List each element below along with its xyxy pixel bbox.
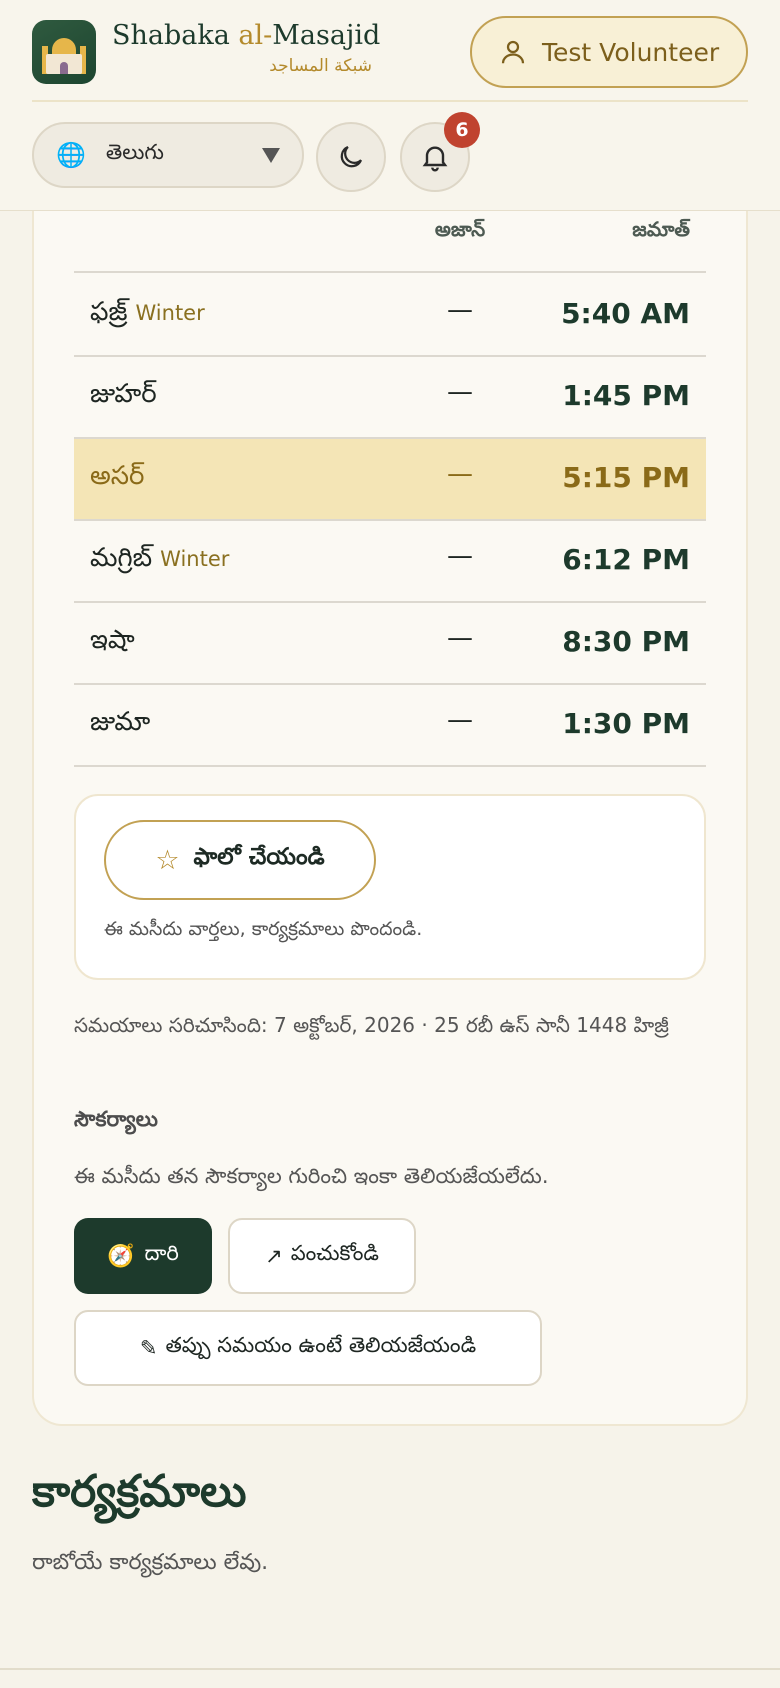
globe-icon: 🌐 [56, 141, 86, 169]
follow-button[interactable]: ☆ ఫాలో చేయండి [104, 820, 376, 900]
season-tag: Winter [160, 547, 230, 571]
directions-label: దారి [144, 1241, 179, 1265]
brand-title[interactable]: Shabaka al-Masajid [112, 20, 380, 51]
star-icon: ☆ [155, 844, 180, 876]
prayer-name: ఫజ్ర్ Winter [90, 297, 205, 327]
jamat-time: 8:30 PM [562, 625, 690, 658]
jamat-time: 5:15 PM [562, 461, 690, 494]
pencil-icon: ✎ [139, 1336, 158, 1360]
brand-arabic-subtitle: شبكة المساجد [269, 56, 372, 76]
report-label: తప్పు సమయం ఉంటే తెలియజేయండి [165, 1333, 477, 1357]
events-heading: కార్యక్రమాలు [32, 1466, 247, 1517]
follow-panel: ☆ ఫాలో చేయండి ఈ మసీదు వార్తలు, కార్యక్రమ… [74, 794, 706, 980]
notification-count-badge: 6 [444, 112, 480, 148]
app-header: Shabaka al-Masajid شبكة المساجد Test Vol… [0, 0, 780, 211]
prayer-name: మగ్రిబ్ Winter [90, 543, 230, 573]
theme-toggle-button[interactable] [316, 122, 386, 192]
prayer-row-fajr: ఫజ్ర్ Winter — 5:40 AM [74, 275, 706, 357]
share-arrow-icon: ↗ [265, 1244, 283, 1268]
moon-icon [340, 145, 363, 168]
user-account-button[interactable]: Test Volunteer [470, 16, 748, 88]
user-name: Test Volunteer [542, 37, 720, 67]
directions-button[interactable]: 🧭 దారి [74, 1218, 212, 1294]
column-adhan: అజాన్ [434, 217, 486, 241]
share-button[interactable]: ↗ పంచుకోండి [228, 1218, 416, 1294]
mosque-logo-icon[interactable] [32, 20, 96, 84]
prayer-row-jumah: జుమా — 1:30 PM [74, 685, 706, 767]
prayer-name: ఇషా [90, 625, 135, 655]
user-icon [501, 40, 525, 64]
language-select[interactable]: 🌐 తెలుగు [32, 122, 304, 188]
prayer-table-header: అజాన్ జమాత్ [74, 211, 706, 273]
jamat-time: 6:12 PM [562, 543, 690, 576]
chevron-down-icon [262, 148, 280, 163]
prayer-name: జుమా [90, 707, 151, 737]
report-wrong-time-button[interactable]: ✎ తప్పు సమయం ఉంటే తెలియజేయండి [74, 1310, 542, 1386]
share-label: పంచుకోండి [290, 1241, 379, 1265]
season-tag: Winter [135, 301, 205, 325]
header-top-row: Shabaka al-Masajid شبكة المساجد Test Vol… [32, 16, 748, 102]
prayer-row-maghrib: మగ్రిబ్ Winter — 6:12 PM [74, 521, 706, 603]
amenities-heading: సౌకర్యాలు [74, 1107, 158, 1131]
events-empty-text: రాబోయే కార్యక్రమాలు లేవు. [32, 1550, 269, 1575]
jamat-time: 5:40 AM [561, 297, 690, 330]
follow-label: ఫాలో చేయండి [193, 844, 325, 870]
language-selected: తెలుగు [105, 140, 164, 164]
prayer-row-asr: అసర్ — 5:15 PM [74, 439, 706, 521]
amenities-text: ఈ మసీదు తన సౌకర్యాల గురించి ఇంకా తెలియజే… [74, 1164, 549, 1188]
prayer-row-isha: ఇషా — 8:30 PM [74, 603, 706, 685]
bell-icon [422, 146, 448, 172]
prayer-name: అసర్ [90, 461, 145, 491]
times-verified-text: సమయాలు సరిచూసింది: 7 అక్టోబర్, 2026 · 25… [74, 1013, 669, 1037]
prayer-row-dhuhr: జుహర్ — 1:45 PM [74, 357, 706, 439]
column-jamat: జమాత్ [632, 217, 690, 241]
jamat-time: 1:45 PM [562, 379, 690, 412]
jamat-time: 1:30 PM [562, 707, 690, 740]
follow-description: ఈ మసీదు వార్తలు, కార్యక్రమాలు పొందండి. [104, 918, 423, 940]
compass-icon: 🧭 [107, 1243, 135, 1269]
divider [0, 1668, 780, 1670]
prayer-name: జుహర్ [90, 379, 157, 409]
